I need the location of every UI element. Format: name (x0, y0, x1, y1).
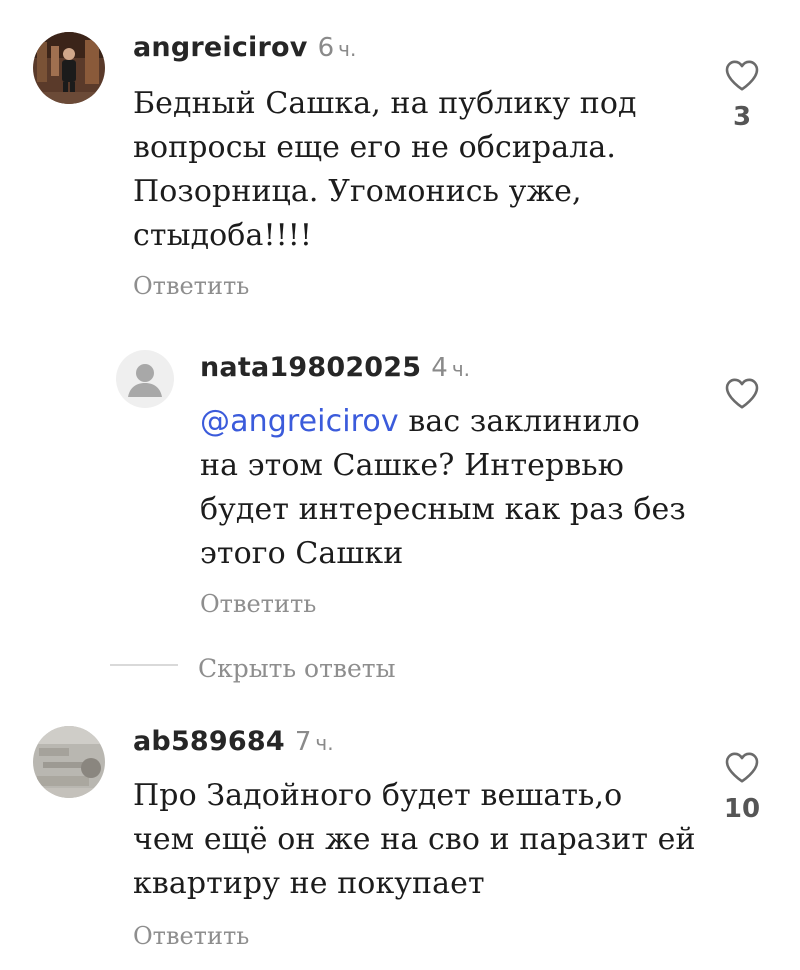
comment-header: angreicirov 6 ч. (133, 34, 356, 61)
like-button[interactable]: 10 (720, 750, 764, 824)
mention-link[interactable]: @angreicirov (200, 404, 399, 439)
comment-line-rest: вас заклинило (398, 404, 640, 439)
comment-line: квартиру не покупает (133, 866, 485, 901)
user-photo-icon (33, 726, 105, 798)
avatar[interactable] (33, 726, 105, 798)
heart-outline-icon (725, 378, 759, 409)
hide-replies-button[interactable]: Скрыть ответы (198, 656, 396, 681)
like-count: 3 (732, 102, 752, 132)
timestamp-unit: ч. (315, 731, 334, 755)
avatar[interactable] (33, 32, 105, 104)
comment-text: Про Задойного будет вешать,о чем ещё он … (133, 774, 703, 906)
comment-line: Про Задойного будет вешать,о (133, 778, 623, 813)
comment-line: на этом Сашке? Интервью (200, 448, 624, 483)
comment-text: Бедный Сашка, на публику под вопросы еще… (133, 82, 673, 258)
reply-button[interactable]: Ответить (133, 924, 249, 948)
timestamp-unit: ч. (338, 37, 357, 61)
username[interactable]: ab589684 (133, 726, 285, 757)
username[interactable]: nata19802025 (200, 352, 421, 383)
comment-line: вопросы еще его не обсирала. (133, 130, 617, 165)
comment-line: будет интересным как раз без (200, 492, 686, 527)
comment-text: @angreicirov вас заклинило на этом Сашке… (200, 400, 700, 576)
comment-header: ab589684 7 ч. (133, 728, 334, 755)
comment-line: этого Сашки (200, 536, 404, 571)
like-button[interactable]: 3 (720, 58, 764, 132)
timestamp: 7 (294, 727, 312, 757)
hide-replies-divider (110, 664, 178, 666)
timestamp-unit: ч. (451, 357, 470, 381)
timestamp: 6 (317, 33, 335, 63)
heart-outline-icon (725, 752, 759, 783)
reply-button[interactable]: Ответить (200, 592, 316, 616)
avatar[interactable] (116, 350, 174, 408)
default-avatar-icon (116, 350, 174, 408)
comment-ab589684: ab589684 7 ч. Про Задойного будет вешать,о… (0, 700, 800, 970)
comment-line: Позорница. Угомонись уже, (133, 174, 582, 209)
user-photo-icon (33, 32, 105, 104)
reply-button[interactable]: Ответить (133, 274, 249, 298)
comment-line: стыдоба!!!! (133, 218, 313, 253)
like-count: 10 (723, 794, 761, 824)
username[interactable]: angreicirov (133, 32, 308, 63)
comment-line: @angreicirov вас заклинило (200, 400, 700, 444)
comment-header: nata19802025 4 ч. (200, 354, 470, 381)
heart-outline-icon (725, 60, 759, 91)
like-button[interactable] (720, 376, 764, 410)
timestamp: 4 (431, 353, 448, 383)
comment-line: чем ещё он же на сво и паразит ей (133, 822, 696, 857)
comment-line: Бедный Сашка, на публику под (133, 86, 637, 121)
comment-angreicirov: angreicirov 6 ч. Бедный Сашка, на публику … (0, 0, 800, 310)
comment-nata19802025: nata19802025 4 ч. @angreicirov вас заклини… (0, 320, 800, 630)
